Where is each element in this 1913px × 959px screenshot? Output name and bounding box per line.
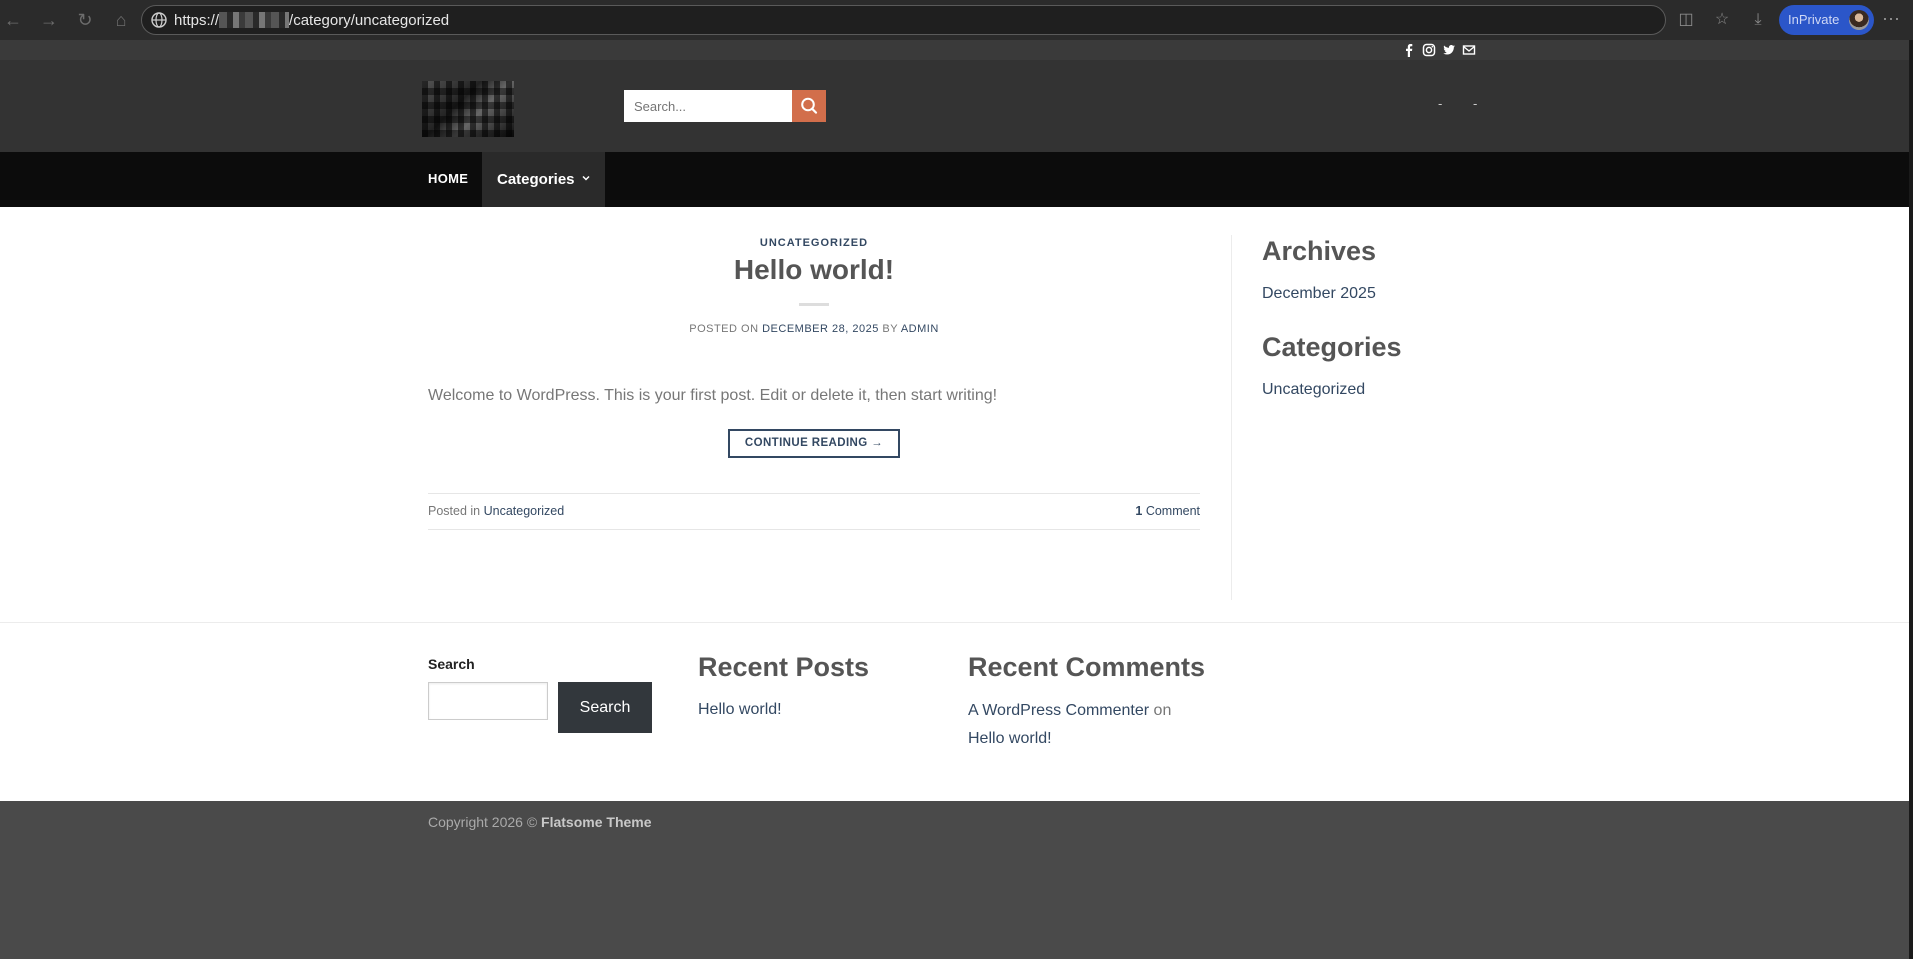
header-cart-link[interactable]: - — [1473, 96, 1477, 111]
meta-prefix: POSTED ON — [689, 323, 759, 335]
recent-comments-title: Recent Comments — [968, 652, 1206, 682]
posted-in-category-link[interactable]: Uncategorized — [484, 504, 565, 518]
header-search-input[interactable] — [624, 90, 792, 122]
twitter-icon[interactable] — [1442, 43, 1456, 57]
post-footer: Posted in Uncategorized 1 Comment — [428, 493, 1200, 530]
archive-link[interactable]: December 2025 — [1262, 285, 1376, 303]
chevron-down-icon — [582, 175, 590, 181]
browser-toolbar: ← → ↻ ⌂ https:///category/uncategorized … — [0, 0, 1913, 40]
main-content: UNCATEGORIZED Hello world! POSTED ON DEC… — [0, 207, 1909, 622]
comments-link[interactable]: 1 Comment — [1135, 504, 1200, 518]
top-bar — [0, 40, 1909, 60]
search-icon — [801, 97, 818, 114]
site-logo[interactable] — [422, 81, 514, 137]
site-header: - - — [0, 60, 1909, 152]
inprivate-badge[interactable]: InPrivate — [1779, 5, 1874, 35]
footer-search-label: Search — [428, 656, 475, 672]
nav-categories-label: Categories — [497, 171, 575, 188]
instagram-icon[interactable] — [1422, 43, 1436, 57]
post-excerpt: Welcome to WordPress. This is your first… — [428, 387, 998, 404]
window-edge — [1909, 40, 1913, 959]
title-divider — [799, 303, 829, 306]
recent-post-link[interactable]: Hello world! — [698, 701, 782, 719]
recent-posts-title: Recent Posts — [698, 652, 870, 682]
commenter-link[interactable]: A WordPress Commenter — [968, 702, 1149, 719]
post-title[interactable]: Hello world! — [0, 254, 1628, 286]
footer-search-input[interactable] — [428, 682, 548, 720]
sidebar-divider — [1231, 235, 1232, 600]
address-bar[interactable]: https:///category/uncategorized — [141, 5, 1666, 35]
downloads-icon[interactable]: ⤓ — [1748, 10, 1768, 30]
copyright-text: Copyright 2026 © Flatsome Theme — [428, 814, 652, 830]
post-author-link[interactable]: ADMIN — [901, 323, 939, 335]
nav-item-home[interactable]: HOME — [428, 171, 468, 186]
split-screen-icon[interactable]: ◫ — [1676, 10, 1696, 30]
forward-icon[interactable]: → — [38, 9, 60, 31]
mail-icon[interactable] — [1462, 43, 1476, 57]
header-search-button[interactable] — [792, 90, 826, 122]
nav-item-categories[interactable]: Categories — [482, 152, 605, 207]
theme-link[interactable]: Flatsome Theme — [541, 814, 651, 830]
more-options-icon[interactable]: ··· — [1882, 8, 1900, 29]
globe-icon — [151, 12, 167, 28]
home-icon[interactable]: ⌂ — [110, 9, 132, 31]
recent-comment-item: A WordPress Commenter on — [968, 702, 1171, 720]
comment-post-link[interactable]: Hello world! — [968, 730, 1052, 748]
post-date-link[interactable]: DECEMBER 28, 2025 — [762, 323, 879, 335]
absolute-footer: Copyright 2026 © Flatsome Theme — [0, 801, 1909, 959]
footer-search-button[interactable]: Search — [558, 682, 652, 733]
categories-title: Categories — [1262, 332, 1402, 362]
facebook-icon[interactable] — [1402, 43, 1416, 57]
refresh-icon[interactable]: ↻ — [74, 9, 96, 31]
back-icon[interactable]: ← — [2, 9, 24, 31]
post-category-link[interactable]: UNCATEGORIZED — [0, 237, 1628, 249]
continue-reading-button[interactable]: CONTINUE READING → — [728, 429, 900, 458]
category-link[interactable]: Uncategorized — [1262, 381, 1365, 399]
footer-widgets: Search Search Recent Posts Hello world! … — [0, 622, 1909, 801]
posted-in: Posted in Uncategorized — [428, 504, 565, 518]
redacted-domain — [219, 12, 290, 28]
url-text: https:///category/uncategorized — [174, 12, 450, 29]
favorites-icon[interactable]: ☆ — [1712, 10, 1732, 30]
archives-title: Archives — [1262, 236, 1377, 266]
header-account-link[interactable]: - — [1438, 96, 1442, 111]
on-text: on — [1153, 702, 1172, 719]
meta-by: BY — [882, 323, 898, 335]
main-nav: HOME Categories — [0, 152, 1909, 207]
avatar — [1849, 10, 1869, 30]
